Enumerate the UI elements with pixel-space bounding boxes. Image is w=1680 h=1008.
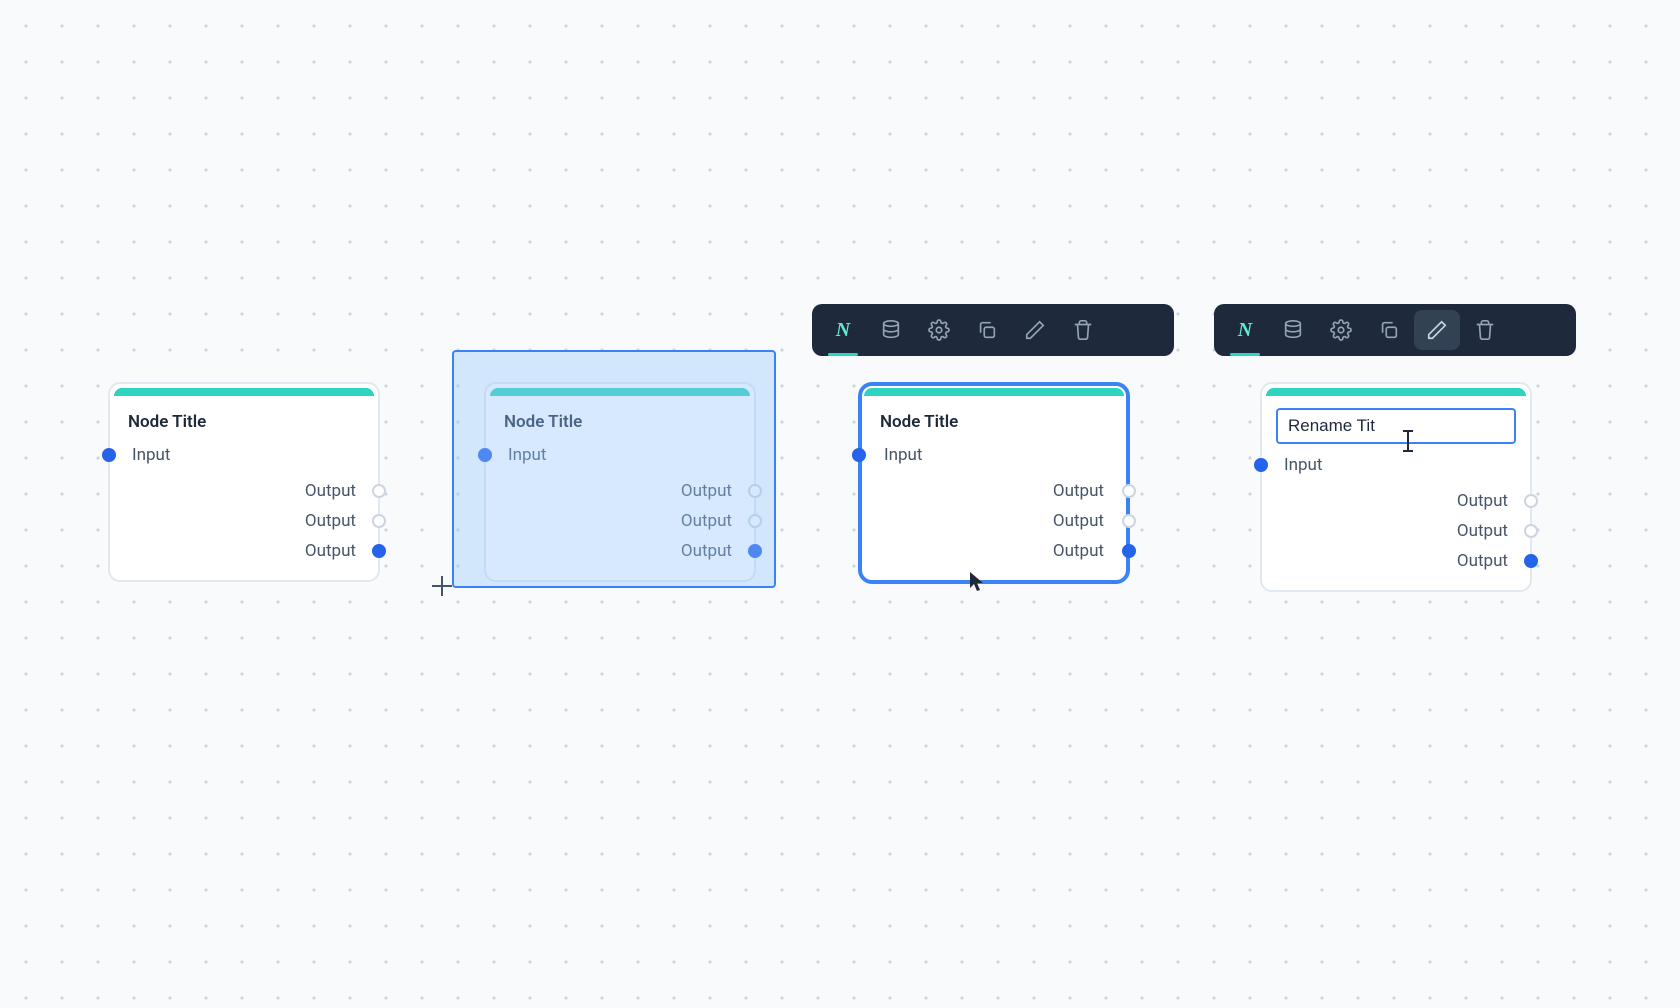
database-icon [880, 319, 902, 341]
node-output-port[interactable]: Output [110, 536, 378, 566]
gear-icon [1330, 319, 1352, 341]
port-dot-icon[interactable] [1524, 494, 1538, 508]
node-toolbar: N [812, 304, 1174, 356]
node-toolbar-editing: N [1214, 304, 1576, 356]
node-output-label: Output [681, 511, 732, 531]
database-icon [1282, 319, 1304, 341]
toolbar-delete-button[interactable] [1462, 310, 1508, 350]
node-output-port[interactable]: Output [1262, 486, 1530, 516]
toolbar-database-button[interactable] [1270, 310, 1316, 350]
toolbar-settings-button[interactable] [1318, 310, 1364, 350]
toolbar-node-type-button[interactable]: N [820, 310, 866, 350]
toolbar-rename-button[interactable] [1012, 310, 1058, 350]
node-output-port[interactable]: Output [486, 536, 754, 566]
toolbar-duplicate-button[interactable] [964, 310, 1010, 350]
n-italic-icon: N [1238, 319, 1252, 342]
crosshair-cursor-icon [432, 576, 452, 596]
node-output-label: Output [1457, 521, 1508, 541]
node-title: Node Title [110, 396, 378, 440]
node-editing[interactable]: Input Output Output Output [1260, 382, 1532, 592]
node-output-port[interactable]: Output [486, 476, 754, 506]
toolbar-delete-button[interactable] [1060, 310, 1106, 350]
node-output-port[interactable]: Output [486, 506, 754, 536]
port-dot-icon[interactable] [372, 544, 386, 558]
port-dot-icon[interactable] [748, 484, 762, 498]
node-rubber-select[interactable]: Node Title Input Output Output Output [484, 382, 756, 582]
node-canvas[interactable]: Node Title Input Output Output Output No… [0, 0, 1680, 1008]
node-title: Node Title [486, 396, 754, 440]
node-stripe [114, 388, 374, 396]
gear-icon [928, 319, 950, 341]
pencil-icon [1426, 319, 1448, 341]
node-output-port[interactable]: Output [110, 506, 378, 536]
node-output-label: Output [1053, 511, 1104, 531]
toolbar-node-type-button[interactable]: N [1222, 310, 1268, 350]
node-output-label: Output [1053, 541, 1104, 561]
node-output-port[interactable]: Output [110, 476, 378, 506]
trash-icon [1474, 319, 1496, 341]
node-output-label: Output [1457, 551, 1508, 571]
node-output-label: Output [681, 481, 732, 501]
node-selected[interactable]: Node Title Input Output Output Output [858, 382, 1130, 584]
port-dot-icon[interactable] [1524, 524, 1538, 538]
port-dot-icon[interactable] [372, 514, 386, 528]
node-input-port[interactable]: Input [110, 440, 378, 470]
toolbar-database-button[interactable] [868, 310, 914, 350]
node-input-label: Input [884, 445, 923, 465]
node-stripe [1266, 388, 1526, 396]
node-output-label: Output [305, 511, 356, 531]
port-dot-icon[interactable] [1122, 514, 1136, 528]
port-dot-icon[interactable] [1524, 554, 1538, 568]
toolbar-duplicate-button[interactable] [1366, 310, 1412, 350]
node-output-port[interactable]: Output [862, 506, 1126, 536]
node-input-port[interactable]: Input [486, 440, 754, 470]
node-output-label: Output [305, 481, 356, 501]
port-dot-icon[interactable] [852, 448, 866, 462]
n-italic-icon: N [836, 319, 850, 342]
node-default[interactable]: Node Title Input Output Output Output [108, 382, 380, 582]
node-output-port[interactable]: Output [862, 536, 1126, 566]
node-input-port[interactable]: Input [1262, 450, 1530, 480]
node-stripe [490, 388, 750, 396]
node-output-label: Output [681, 541, 732, 561]
toolbar-rename-button[interactable] [1414, 310, 1460, 350]
node-title: Node Title [862, 396, 1126, 440]
node-output-port[interactable]: Output [1262, 516, 1530, 546]
node-output-label: Output [305, 541, 356, 561]
node-title-input[interactable] [1276, 408, 1516, 444]
node-input-label: Input [508, 445, 547, 465]
port-dot-icon[interactable] [748, 514, 762, 528]
pencil-icon [1024, 319, 1046, 341]
node-input-label: Input [1284, 455, 1323, 475]
port-dot-icon[interactable] [102, 448, 116, 462]
port-dot-icon[interactable] [372, 484, 386, 498]
node-output-label: Output [1457, 491, 1508, 511]
trash-icon [1072, 319, 1094, 341]
toolbar-settings-button[interactable] [916, 310, 962, 350]
node-stripe [864, 388, 1124, 396]
node-output-port[interactable]: Output [862, 476, 1126, 506]
port-dot-icon[interactable] [1254, 458, 1268, 472]
port-dot-icon[interactable] [478, 448, 492, 462]
copy-icon [1378, 319, 1400, 341]
node-output-label: Output [1053, 481, 1104, 501]
node-output-port[interactable]: Output [1262, 546, 1530, 576]
node-input-port[interactable]: Input [862, 440, 1126, 470]
port-dot-icon[interactable] [1122, 484, 1136, 498]
port-dot-icon[interactable] [748, 544, 762, 558]
copy-icon [976, 319, 998, 341]
node-input-label: Input [132, 445, 171, 465]
port-dot-icon[interactable] [1122, 544, 1136, 558]
